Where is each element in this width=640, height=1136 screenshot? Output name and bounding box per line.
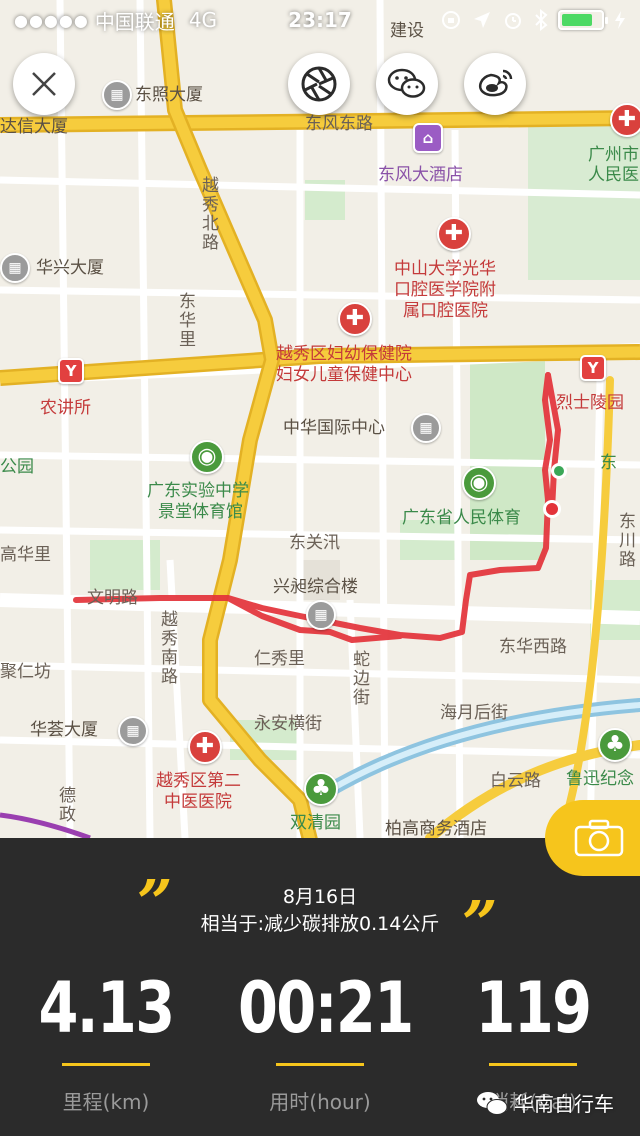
- hotel-icon: ⌂: [413, 123, 443, 153]
- map-label: 东风大酒店: [378, 165, 463, 185]
- divider: [489, 1063, 577, 1066]
- map-label: 海月后街: [440, 703, 508, 723]
- map-label: 柏高商务酒店: [385, 819, 487, 838]
- ride-date: 8月16日: [282, 886, 358, 908]
- map-label: 广州市: [588, 145, 639, 165]
- close-button[interactable]: [13, 53, 75, 115]
- map-label: 农讲所: [40, 398, 91, 418]
- building-icon: ▦: [0, 253, 30, 283]
- map-label: 文明路: [87, 588, 138, 608]
- duration-value: 00:21: [238, 967, 414, 1049]
- map-label: 中山大学光华: [394, 259, 496, 279]
- stat-duration: 00:21 用时(hour): [220, 965, 420, 1115]
- map-label: 达信大厦: [0, 117, 68, 137]
- watermark-text: 华南自行车: [514, 1092, 614, 1116]
- camera-button[interactable]: [545, 800, 640, 876]
- duration-label: 用时(hour): [269, 1090, 371, 1114]
- route-map[interactable]: ✚ ⌂ ✚ ✚ ▦ ▦ ▦ ▦ ▦ Y Y ◉ ◉ ♣ ♣ ✚ 建设 东照大厦 …: [0, 0, 640, 838]
- map-label: 东华里: [175, 292, 195, 349]
- map-label: 口腔医学院附: [394, 280, 496, 300]
- route-end-marker: [543, 500, 561, 518]
- wechat-icon: [477, 1091, 508, 1115]
- map-label: 蛇边街: [349, 650, 369, 707]
- watermark: 华南自行车: [476, 1088, 614, 1117]
- divider: [62, 1063, 150, 1066]
- map-label: 广东省人民体育: [402, 508, 521, 528]
- building-icon: ▦: [411, 413, 441, 443]
- map-label: 公园: [0, 457, 34, 477]
- map-label: 人民医: [588, 165, 639, 185]
- map-label: 广东实验中学: [147, 481, 249, 501]
- map-label: 德政: [55, 786, 75, 824]
- map-label: 兴昶综合楼: [273, 577, 358, 597]
- map-label: 东照大厦: [135, 85, 203, 105]
- aperture-icon: [301, 66, 337, 102]
- map-label: 东川路: [615, 512, 635, 569]
- weibo-icon: [479, 69, 513, 97]
- map-label: 越秀区第二: [156, 771, 241, 791]
- hospital-icon: ✚: [338, 302, 372, 336]
- status-bar: ●●●●● 中国联通 4G 23:17: [0, 0, 640, 40]
- status-time: 23:17: [288, 8, 352, 32]
- map-label: 东华西路: [499, 637, 567, 657]
- stadium-icon: ◉: [462, 466, 496, 500]
- map-label: 烈士陵园: [556, 393, 624, 413]
- map-label: 属口腔医院: [403, 301, 488, 321]
- building-icon: ▦: [102, 80, 132, 110]
- map-label: 鲁迅纪念: [566, 769, 634, 789]
- divider: [276, 1063, 364, 1066]
- close-icon: [32, 72, 56, 96]
- hospital-icon: ✚: [188, 730, 222, 764]
- carbon-saving-text: 相当于:减少碳排放0.14公斤: [200, 913, 440, 935]
- route-start-marker: [551, 463, 567, 479]
- map-label: 仁秀里: [254, 649, 305, 669]
- building-icon: ▦: [118, 716, 148, 746]
- stat-distance: 4.13 里程(km): [6, 965, 206, 1115]
- hospital-icon: ✚: [610, 103, 640, 137]
- map-label: 高华里: [0, 545, 51, 565]
- map-label: 聚仁坊: [0, 662, 51, 682]
- distance-label: 里程(km): [62, 1090, 150, 1114]
- map-label: 越秀区妇幼保健院: [276, 344, 412, 364]
- calories-value: 119: [475, 967, 593, 1049]
- share-weibo-button[interactable]: [464, 53, 526, 115]
- map-label: 景堂体育馆: [158, 502, 243, 522]
- map-label: 永安横街: [254, 714, 322, 734]
- building-icon: ▦: [306, 600, 336, 630]
- share-wechat-button[interactable]: [376, 53, 438, 115]
- share-moments-button[interactable]: [288, 53, 350, 115]
- map-label: 东关汛: [289, 533, 340, 553]
- map-label: 华兴大厦: [36, 258, 104, 278]
- stadium-icon: ◉: [190, 440, 224, 474]
- map-label: 东: [600, 453, 617, 473]
- map-label: 东风东路: [305, 114, 373, 134]
- map-label: 中医医院: [164, 792, 232, 812]
- camera-icon: [574, 819, 624, 857]
- map-label: 中华国际中心: [283, 418, 385, 438]
- map-label: 双清园: [290, 813, 341, 833]
- metro-icon: Y: [580, 355, 606, 381]
- map-label: 白云路: [490, 771, 541, 791]
- map-label: 越秀南路: [157, 610, 177, 686]
- map-label: 妇女儿童保健中心: [276, 365, 412, 385]
- metro-icon: Y: [58, 358, 84, 384]
- distance-value: 4.13: [38, 967, 175, 1049]
- hospital-icon: ✚: [437, 217, 471, 251]
- wechat-icon: [387, 68, 426, 98]
- map-label: 华荟大厦: [30, 720, 98, 740]
- map-label: 越秀北路: [198, 176, 218, 252]
- park-icon: ♣: [598, 728, 632, 762]
- park-icon: ♣: [304, 772, 338, 806]
- battery-icon: [558, 10, 608, 30]
